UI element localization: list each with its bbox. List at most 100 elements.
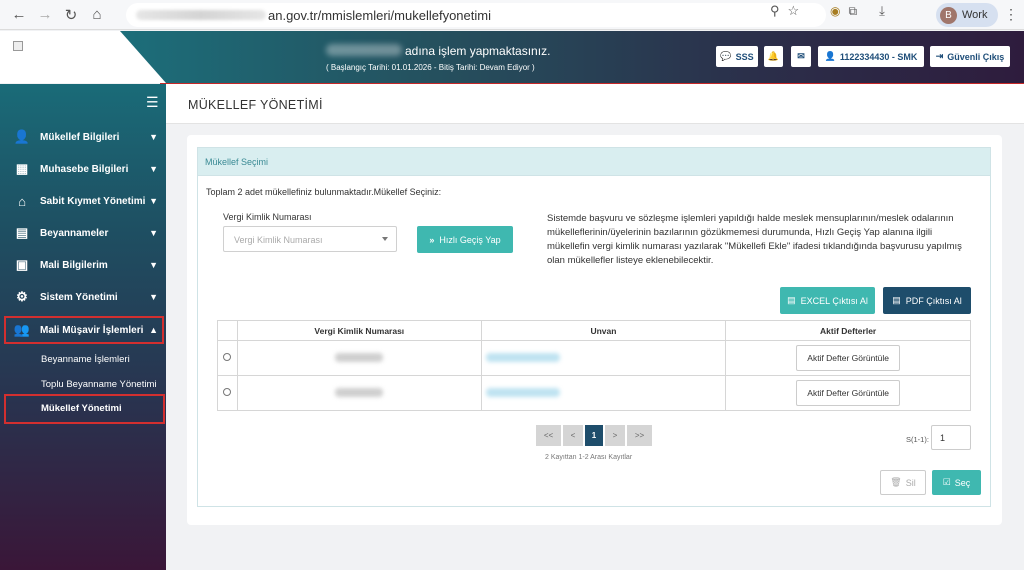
avatar: B bbox=[940, 6, 957, 24]
column-header-unvan: Unvan bbox=[480, 320, 727, 341]
aktif-defter-button[interactable]: Aktif Defter Görüntüle bbox=[796, 380, 901, 406]
bell-icon: 🔔 bbox=[767, 51, 780, 61]
row-radio[interactable] bbox=[223, 388, 232, 396]
redacted-value bbox=[485, 387, 560, 397]
sidebar-toggle-icon[interactable]: ☰ bbox=[146, 94, 159, 111]
home-icon: ⌂ bbox=[18, 193, 26, 209]
header-title: adına işlem yapmaktasınız. bbox=[405, 44, 551, 58]
logout-icon: ⇥ bbox=[935, 51, 944, 61]
unvan-cell-redacted bbox=[480, 375, 727, 411]
document-icon: ▤ bbox=[15, 225, 29, 240]
file-excel-icon: ▤ bbox=[787, 295, 796, 305]
pager-prev[interactable]: < bbox=[563, 425, 583, 446]
user-icon: 👤 bbox=[13, 129, 31, 144]
delete-button[interactable]: 🗑 Sil bbox=[880, 470, 926, 495]
redacted-value bbox=[335, 352, 384, 362]
menu-icon[interactable]: ⋮ bbox=[1004, 6, 1018, 23]
home-icon[interactable]: ⌂ bbox=[84, 2, 110, 28]
aktif-defter-button[interactable]: Aktif Defter Görüntüle bbox=[796, 345, 901, 371]
user-button[interactable]: 👤 1122334430 - SMK bbox=[818, 46, 924, 67]
pager-next[interactable]: > bbox=[605, 425, 625, 446]
redacted-value bbox=[485, 352, 560, 362]
vkn-select[interactable]: Vergi Kimlik Numarası bbox=[223, 226, 397, 252]
briefcase-icon: ▣ bbox=[15, 257, 29, 272]
trash-icon: 🗑 bbox=[890, 477, 902, 487]
sidebar-item-beyannameler[interactable]: ▤ Beyannameler ▼ bbox=[0, 218, 166, 248]
highlight-mali-musavir bbox=[4, 316, 164, 344]
envelope-icon: ✉ bbox=[797, 51, 805, 61]
excel-export-button[interactable]: ▤ EXCEL Çıktısı Al bbox=[780, 287, 875, 314]
gear-icon: ⚙ bbox=[16, 289, 28, 304]
url-text: an.gov.tr/mmislemleri/mukellefyonetimi bbox=[268, 7, 491, 23]
chevron-down-icon: ▼ bbox=[149, 164, 158, 174]
info-text: Sistemde başvuru ve sözleşme işlemleri y… bbox=[547, 213, 962, 266]
column-header-vkn: Vergi Kimlik Numarası bbox=[236, 320, 482, 341]
panel-title: Mükellef Seçimi bbox=[198, 148, 990, 176]
chat-icon: 💬 bbox=[720, 51, 732, 61]
logout-button[interactable]: ⇥ Güvenli Çıkış bbox=[930, 46, 1010, 67]
sidebar-item-sistem-yonetimi[interactable]: ⚙ Sistem Yönetimi ▼ bbox=[0, 282, 166, 312]
sss-button[interactable]: 💬 SSS bbox=[716, 46, 758, 67]
table-row: Aktif Defter Görüntüle bbox=[217, 375, 971, 411]
column-header-select bbox=[217, 320, 238, 341]
pager-first[interactable]: << bbox=[536, 425, 561, 446]
chevron-down-icon: ▼ bbox=[149, 292, 158, 302]
chevron-down-icon: ▼ bbox=[149, 132, 158, 142]
pager-current[interactable]: 1 bbox=[585, 425, 603, 446]
logo-broken-image bbox=[13, 41, 23, 51]
row-radio-cell[interactable] bbox=[217, 340, 238, 376]
page-title: MÜKELLEF YÖNETİMİ bbox=[188, 98, 323, 112]
forward-icon[interactable]: → bbox=[32, 2, 58, 28]
calculator-icon: ▦ bbox=[15, 161, 29, 176]
zoom-icon[interactable]: ⚲ bbox=[770, 3, 780, 19]
sidebar-subitem-beyanname-islemleri[interactable]: Beyanname İşlemleri bbox=[41, 354, 130, 365]
select-button[interactable]: ☑ Seç bbox=[932, 470, 981, 495]
row-radio-cell[interactable] bbox=[217, 375, 238, 411]
sidebar-subitem-toplu-beyanname[interactable]: Toplu Beyanname Yönetimi bbox=[41, 379, 156, 390]
redacted-value bbox=[335, 387, 384, 397]
vkn-cell-redacted bbox=[236, 375, 482, 411]
pagination: << < 1 > >> bbox=[536, 425, 652, 446]
header-band: adına işlem yapmaktasınız. ( Başlangıç T… bbox=[120, 31, 1024, 83]
address-bar[interactable]: an.gov.tr/mmislemleri/mukellefyonetimi bbox=[126, 3, 826, 27]
chevron-down-icon: ▼ bbox=[149, 196, 158, 206]
row-radio[interactable] bbox=[223, 353, 232, 361]
quick-transfer-button[interactable]: » Hızlı Geçiş Yap bbox=[417, 226, 513, 253]
highlight-mukellef-yonetimi bbox=[4, 394, 165, 424]
check-icon: ☑ bbox=[942, 477, 951, 487]
header-subtitle: ( Başlangıç Tarihi: 01.01.2026 - Bitiş T… bbox=[326, 63, 535, 72]
pager-info: 2 Kayıttan 1-2 Arası Kayıtlar bbox=[545, 454, 633, 461]
messages-button[interactable]: ✉ bbox=[791, 46, 811, 67]
chevron-down-icon: ▼ bbox=[149, 260, 158, 270]
user-name-redacted bbox=[326, 44, 402, 56]
caret-down-icon bbox=[382, 237, 388, 241]
unvan-cell-redacted bbox=[480, 340, 727, 376]
sidebar-item-muhasebe-bilgileri[interactable]: ▦ Muhasebe Bilgileri ▼ bbox=[0, 154, 166, 184]
column-header-aktif-defterler: Aktif Defterler bbox=[725, 320, 971, 341]
star-icon[interactable]: ☆ bbox=[788, 3, 800, 19]
action-cell: Aktif Defter Görüntüle bbox=[725, 375, 971, 411]
profile-label: Work bbox=[962, 9, 988, 21]
sidebar-item-mali-bilgilerim[interactable]: ▣ Mali Bilgilerim ▼ bbox=[0, 250, 166, 280]
action-cell: Aktif Defter Görüntüle bbox=[725, 340, 971, 376]
table-row: Aktif Defter Görüntüle bbox=[217, 340, 971, 376]
profile-button[interactable]: B Work bbox=[936, 3, 998, 27]
reload-icon[interactable]: ↻ bbox=[58, 2, 84, 28]
pager-last[interactable]: >> bbox=[627, 425, 652, 446]
sidebar-item-sabit-kiymet[interactable]: ⌂ Sabit Kıymet Yönetimi ▼ bbox=[0, 186, 166, 216]
download-icon[interactable]: ⤓ bbox=[879, 3, 885, 19]
sidebar-item-mukellef-bilgileri[interactable]: 👤 Mükellef Bilgileri ▼ bbox=[0, 122, 166, 152]
mukellef-table: Vergi Kimlik Numarası Unvan Aktif Defter… bbox=[217, 320, 971, 411]
back-icon[interactable]: ← bbox=[6, 2, 32, 28]
user-icon: 👤 bbox=[824, 51, 836, 61]
site-header: adına işlem yapmaktasınız. ( Başlangıç T… bbox=[0, 31, 1024, 85]
puzzle-icon[interactable]: ⧉ bbox=[848, 4, 857, 19]
extension-icon[interactable]: ◉ bbox=[830, 4, 840, 18]
page-number-input[interactable]: 1 bbox=[931, 425, 971, 450]
pdf-export-button[interactable]: ▤ PDF Çıktısı Al bbox=[883, 287, 971, 314]
double-chevron-right-icon: » bbox=[429, 234, 435, 245]
file-pdf-icon: ▤ bbox=[892, 295, 901, 305]
url-redacted bbox=[136, 10, 266, 20]
page-size-label: S(1-1): bbox=[906, 435, 929, 444]
notifications-button[interactable]: 🔔 bbox=[764, 46, 783, 67]
